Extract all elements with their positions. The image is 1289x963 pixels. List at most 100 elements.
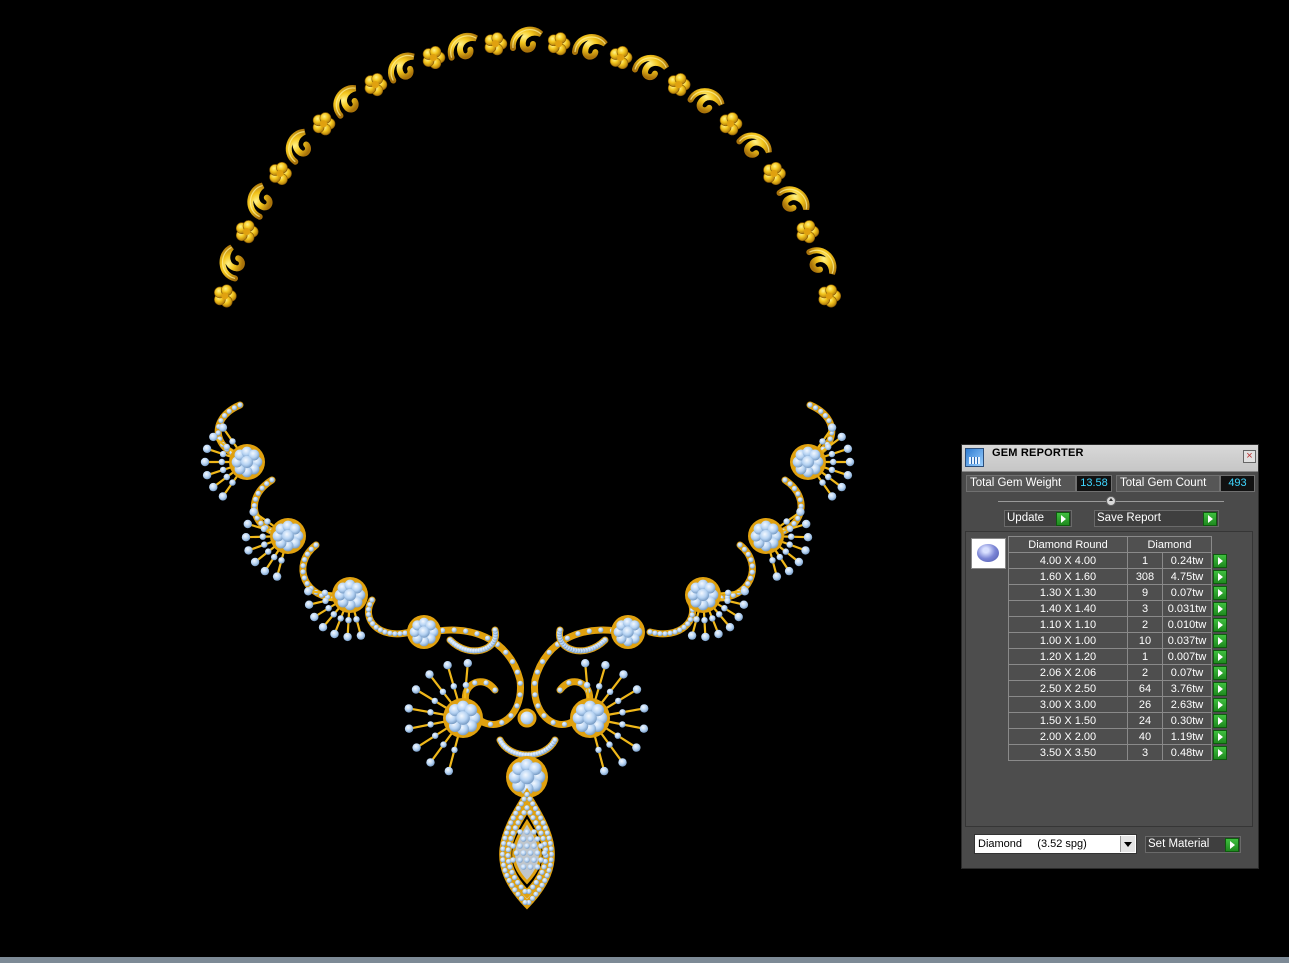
gold-scroll-link <box>333 85 359 119</box>
row-action[interactable] <box>1212 585 1229 601</box>
set-material-label: Set Material <box>1148 838 1210 850</box>
green-arrow-icon[interactable] <box>1213 633 1227 648</box>
green-arrow-icon[interactable] <box>1213 585 1227 600</box>
row-action[interactable] <box>1212 681 1229 697</box>
row-action[interactable] <box>1212 745 1229 761</box>
table-row[interactable]: 1.20 X 1.20 1 0.007tw <box>1008 648 1229 665</box>
gold-scroll-link <box>687 88 725 114</box>
gold-scroll-link <box>388 52 415 84</box>
gem-size: 1.50 X 1.50 <box>1008 712 1128 729</box>
table-row[interactable]: 1.60 X 1.60 308 4.75tw <box>1008 568 1229 585</box>
table-row[interactable]: 1.50 X 1.50 24 0.30tw <box>1008 712 1229 729</box>
diamond-cluster <box>200 423 265 501</box>
table-row[interactable]: 1.40 X 1.40 3 0.031tw <box>1008 600 1229 617</box>
diamond-cluster <box>611 615 645 649</box>
gem-count: 3 <box>1127 600 1163 617</box>
table-row[interactable]: 2.00 X 2.00 40 1.19tw <box>1008 728 1229 745</box>
green-arrow-icon[interactable] <box>1213 713 1227 728</box>
gold-scroll-link <box>571 34 608 60</box>
row-action[interactable] <box>1212 633 1229 649</box>
green-arrow-icon[interactable] <box>1213 649 1227 664</box>
gold-scroll-link <box>736 132 772 158</box>
gem-weight: 0.007tw <box>1162 648 1212 665</box>
center-stone <box>517 708 537 728</box>
gold-flower-link <box>667 73 691 97</box>
gem-count: 24 <box>1127 712 1163 729</box>
status-strip <box>0 957 1289 963</box>
green-arrow-icon[interactable] <box>1213 617 1227 632</box>
green-arrow-icon[interactable] <box>1213 601 1227 616</box>
gold-flower-link <box>364 73 388 97</box>
gem-weight: 4.75tw <box>1162 568 1212 585</box>
save-report-button[interactable]: Save Report <box>1094 510 1219 527</box>
gem-count: 308 <box>1127 568 1163 585</box>
gem-count: 26 <box>1127 696 1163 713</box>
green-arrow-icon[interactable] <box>1213 665 1227 680</box>
green-arrow-icon[interactable] <box>1213 697 1227 712</box>
row-action[interactable] <box>1212 601 1229 617</box>
gem-size: 1.20 X 1.20 <box>1008 648 1128 665</box>
row-action[interactable] <box>1212 713 1229 729</box>
gem-weight: 2.63tw <box>1162 696 1212 713</box>
header-shape: Diamond Round <box>1008 536 1128 553</box>
row-action[interactable] <box>1212 569 1229 585</box>
gold-scroll-link <box>247 182 273 220</box>
round-gem-icon[interactable] <box>971 538 1006 569</box>
material-dropdown[interactable]: Diamond (3.52 spg) <box>974 834 1137 854</box>
table-row[interactable]: 3.50 X 3.50 3 0.48tw <box>1008 744 1229 761</box>
gold-flower-link <box>422 46 446 70</box>
chevron-down-icon[interactable] <box>1120 836 1135 852</box>
panel-titlebar[interactable]: GEM REPORTER × <box>962 445 1258 472</box>
gem-size: 1.30 X 1.30 <box>1008 584 1128 601</box>
material-selected: Diamond (3.52 spg) <box>978 838 1087 850</box>
gold-scroll-link <box>219 244 245 282</box>
gem-weight: 0.010tw <box>1162 616 1212 633</box>
row-action[interactable] <box>1212 697 1229 713</box>
gold-flower-link <box>796 220 820 244</box>
gem-weight: 0.037tw <box>1162 632 1212 649</box>
green-arrow-icon <box>1203 512 1217 526</box>
gem-size: 1.60 X 1.60 <box>1008 568 1128 585</box>
gem-list-area[interactable]: Diamond Round Diamond 4.00 X 4.00 1 0.24tw… <box>965 531 1253 827</box>
table-row[interactable]: 2.50 X 2.50 64 3.76tw <box>1008 680 1229 697</box>
gold-scroll-link <box>631 54 670 81</box>
gem-size: 2.50 X 2.50 <box>1008 680 1128 697</box>
green-arrow-icon[interactable] <box>1213 745 1227 760</box>
gold-flower-link <box>312 112 336 136</box>
diamond-swirls <box>214 401 836 759</box>
diamond-cluster <box>685 577 749 642</box>
gem-count: 2 <box>1127 664 1163 681</box>
row-action[interactable] <box>1212 617 1229 633</box>
table-row[interactable]: 1.30 X 1.30 9 0.07tw <box>1008 584 1229 601</box>
total-gem-weight-value: 13.58 <box>1076 475 1112 492</box>
set-material-button[interactable]: Set Material <box>1145 836 1241 853</box>
slider-handle[interactable] <box>1106 496 1116 506</box>
row-action[interactable] <box>1212 553 1229 569</box>
total-gem-weight-label: Total Gem Weight <box>966 475 1076 492</box>
table-row[interactable]: 3.00 X 3.00 26 2.63tw <box>1008 696 1229 713</box>
green-arrow-icon[interactable] <box>1213 681 1227 696</box>
update-button[interactable]: Update <box>1004 510 1072 527</box>
gem-size: 3.50 X 3.50 <box>1008 744 1128 761</box>
row-action[interactable] <box>1212 649 1229 665</box>
row-action[interactable] <box>1212 665 1229 681</box>
gem-count: 1 <box>1127 648 1163 665</box>
table-row[interactable]: 2.06 X 2.06 2 0.07tw <box>1008 664 1229 681</box>
gem-reporter-panel[interactable]: GEM REPORTER × Total Gem Weight 13.58 To… <box>961 444 1259 869</box>
report-icon <box>965 448 984 467</box>
diamond-cluster <box>241 507 306 581</box>
green-arrow-icon[interactable] <box>1213 729 1227 744</box>
table-row[interactable]: 4.00 X 4.00 1 0.24tw <box>1008 552 1229 569</box>
table-row[interactable]: 1.00 X 1.00 10 0.037tw <box>1008 632 1229 649</box>
gem-count: 64 <box>1127 680 1163 697</box>
close-icon[interactable]: × <box>1243 450 1256 463</box>
row-action[interactable] <box>1212 729 1229 745</box>
necklace-chain <box>214 26 841 308</box>
gold-scroll-link <box>447 32 478 61</box>
diamond-cluster <box>748 507 813 581</box>
panel-title: GEM REPORTER <box>992 447 1084 459</box>
table-row[interactable]: 1.10 X 1.10 2 0.010tw <box>1008 616 1229 633</box>
green-arrow-icon[interactable] <box>1213 553 1227 568</box>
gold-scroll-link <box>776 186 810 212</box>
green-arrow-icon[interactable] <box>1213 569 1227 584</box>
